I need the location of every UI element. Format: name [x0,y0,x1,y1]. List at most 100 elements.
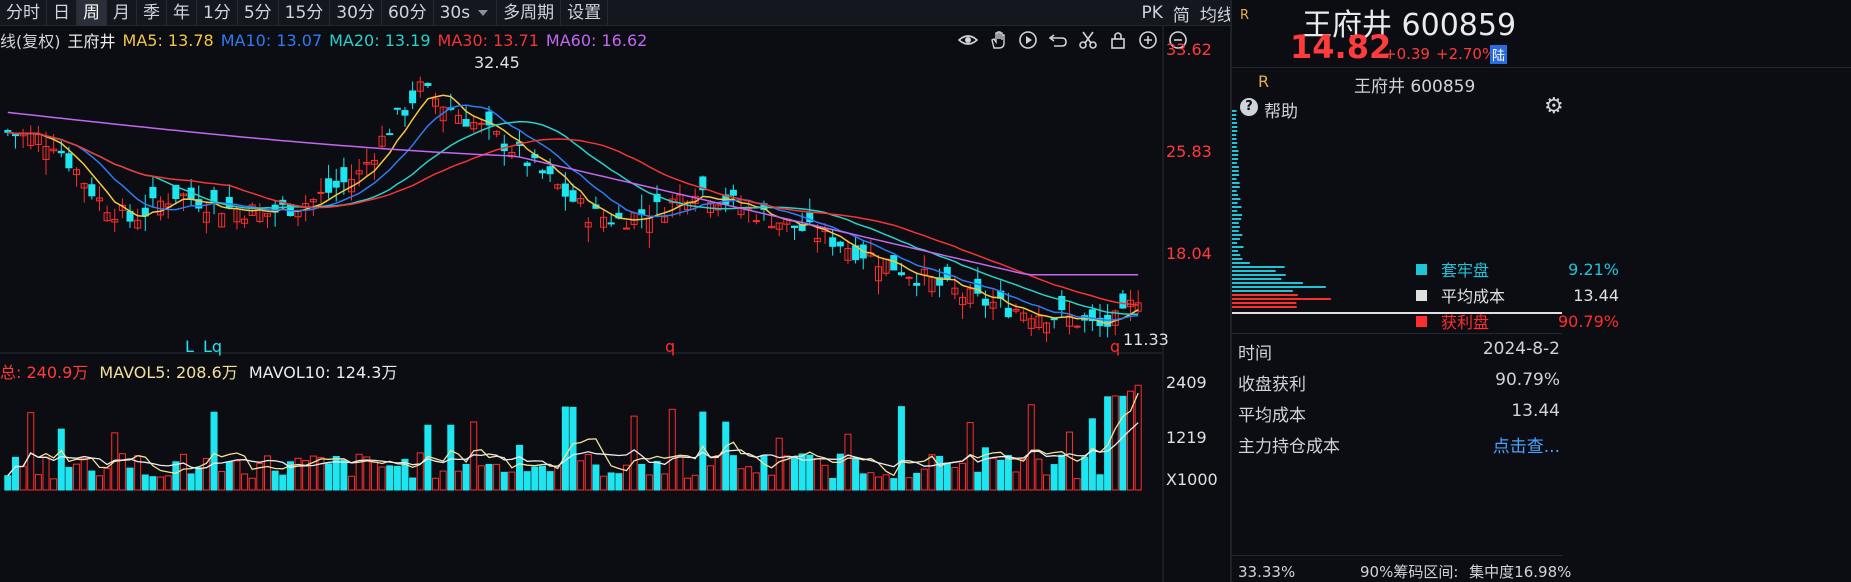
volume-bar [554,465,562,491]
volume-bar [294,457,302,491]
chip-bar [1232,122,1238,124]
volume-bar [386,465,394,491]
candle [424,83,432,87]
volume-bar [943,462,951,491]
chip-bar [1232,114,1237,116]
volume-bar [1050,464,1058,491]
candle [790,225,799,229]
volume-bar [852,457,860,491]
volume-bar [439,470,447,491]
volume-bar [462,463,470,491]
volume-bar [813,457,821,491]
summary-pct: 33.33% [1238,563,1296,581]
volume-bar [363,456,371,491]
candle [340,167,348,183]
volume-bar [890,478,898,491]
volume-bar [210,411,218,491]
volume-bar [668,408,676,491]
volume-bar [561,406,569,491]
volume-bar [393,465,401,491]
info-key: 收盘获利 [1238,375,1306,395]
candle [149,186,157,199]
legend-avg-cost: 平均成本 13.44 [1416,283,1619,307]
volume-bar [951,467,959,491]
chip-bar [1232,146,1237,148]
volume-bar [676,456,684,491]
chip-bar [1232,234,1243,236]
chip-bar [1232,302,1297,304]
volume-bar [897,406,905,491]
volume-bar [638,463,646,491]
volume-bar [936,455,944,491]
legend-swatch [1416,315,1427,327]
chip-bar [1232,110,1237,112]
volume-bar [447,424,455,491]
volume-bar [325,463,333,491]
volume-bar [1058,454,1066,491]
info-key: 平均成本 [1238,406,1306,426]
volume-bar [615,473,623,491]
volume-bar [19,465,27,491]
chip-bar [1232,286,1326,288]
volume-bar [187,473,195,491]
candle [981,298,989,306]
volume-bar [745,466,753,491]
chip-bar [1232,238,1240,240]
price-tick: 33.62 [1166,40,1212,59]
candle [905,276,913,279]
volume-bar [164,475,172,491]
chip-bar [1232,242,1238,244]
volume-bar [523,471,531,491]
volume-bar [958,462,967,491]
chip-bar [1232,170,1239,172]
divider [1232,555,1562,556]
price-tick: 18.04 [1166,244,1212,263]
candle [569,190,577,202]
marker-lq: Lq [203,337,223,356]
legend-value: 13.44 [1573,285,1619,305]
info-key: 时间 [1238,344,1272,364]
marker-q: q [665,337,676,356]
volume-bar [737,468,745,491]
chip-bar [1232,214,1243,216]
chip-bar [1232,162,1237,164]
volume-bar [11,456,19,491]
volume-bar [57,428,65,491]
volume-bar [645,474,653,491]
volume-bar [684,477,692,491]
volume-bar [920,468,928,491]
volume-bar [149,476,157,491]
volume-bar [829,477,837,491]
volume-bar [370,461,378,491]
kline-chart[interactable] [0,0,1230,582]
volume-bar [432,477,440,491]
legend-label: 平均成本 [1441,287,1506,306]
price-tick: 25.83 [1166,142,1212,161]
volume-bar [172,461,180,491]
chip-bar [1232,258,1243,260]
volume-legend: 总: 240.9万 MAVOL5: 208.6万 MAVOL10: 124.3万 [0,359,397,383]
candle [607,222,615,225]
chip-bar [1232,226,1240,228]
candle [332,180,340,188]
candle [829,237,837,247]
volume-bar [584,453,592,491]
candle [65,153,73,169]
chip-bar [1232,130,1238,132]
chip-bar [1232,206,1242,208]
candle [477,122,485,125]
legend-trapped: 套牢盘 9.21% [1416,257,1619,281]
candle [729,189,737,196]
chip-bar [1232,278,1282,280]
chip-bar [1232,142,1238,144]
mavol5-value: MAVOL5: 208.6万 [99,363,238,382]
candle [325,178,333,193]
volume-bar [179,453,188,491]
volume-bar [42,456,50,491]
main-cost-link[interactable]: 点击查... [1493,432,1560,457]
volume-bar [882,474,890,491]
volume-bar [752,472,760,491]
chip-bar [1232,294,1298,296]
volume-bar [1065,431,1073,491]
marker-l: L [185,337,194,356]
